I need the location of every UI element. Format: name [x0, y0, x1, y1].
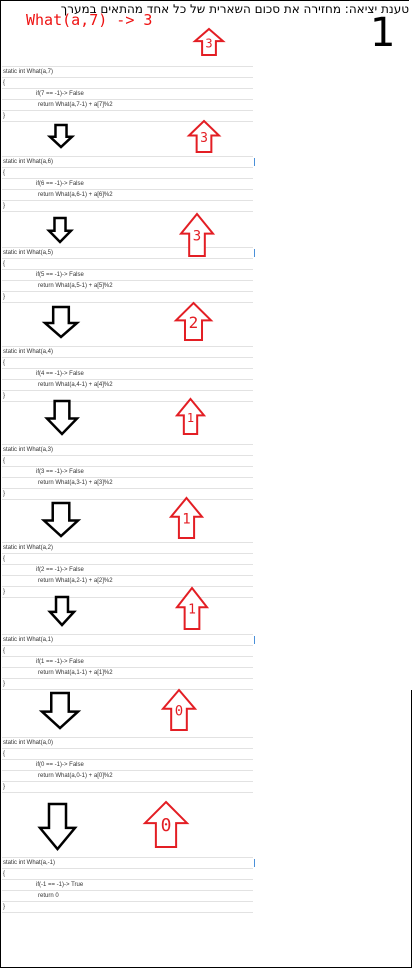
up-arrow: 3 — [192, 27, 226, 56]
code-block: static int What(a,7){if(7 == -1)-> False… — [2, 66, 253, 122]
down-arrow — [38, 691, 82, 730]
code-block: static int What(a,3){if(3 == -1)-> False… — [2, 444, 253, 500]
down-arrow-shape — [40, 501, 82, 538]
open-brace: { — [2, 456, 253, 467]
function-signature: static int What(a,1) — [2, 634, 255, 646]
base-case-condition: if(4 == -1)-> False — [2, 369, 253, 380]
return-value-label: 0 — [161, 815, 172, 836]
open-brace: { — [2, 554, 253, 565]
down-arrow — [44, 399, 80, 436]
return-statement: return What(a,1-1) + a[1]%2 — [2, 668, 253, 679]
close-brace: } — [2, 679, 253, 690]
function-signature: static int What(a,0) — [2, 737, 253, 749]
close-brace: } — [2, 902, 253, 913]
down-arrow-shape — [47, 595, 77, 627]
code-block: static int What(a,-1){if(-1 == -1)-> Tru… — [2, 857, 255, 913]
return-statement: return What(a,3-1) + a[3]%2 — [2, 478, 253, 489]
function-signature: static int What(a,-1) — [2, 857, 255, 869]
return-value-label: 1 — [182, 512, 190, 528]
slide-number: 1 — [370, 10, 396, 56]
base-case-condition: if(3 == -1)-> False — [2, 467, 253, 478]
return-value-label: 3 — [205, 37, 212, 51]
base-case-condition: if(5 == -1)-> False — [2, 270, 253, 281]
up-arrow: 3 — [186, 119, 222, 153]
down-arrow — [37, 802, 78, 851]
close-brace: } — [2, 587, 253, 598]
close-brace: } — [2, 391, 253, 402]
function-signature: static int What(a,6) — [2, 156, 255, 168]
return-statement: return What(a,7-1) + a[7]%2 — [2, 100, 253, 111]
function-signature: static int What(a,5) — [2, 247, 255, 259]
return-value-label: 1 — [188, 603, 196, 618]
function-signature: static int What(a,3) — [2, 444, 253, 456]
code-block: static int What(a,5){if(5 == -1)-> False… — [2, 247, 255, 303]
code-block: static int What(a,4){if(4 == -1)-> False… — [2, 346, 253, 402]
return-statement: return What(a,6-1) + a[6]%2 — [2, 190, 253, 201]
base-case-condition: if(1 == -1)-> False — [2, 657, 253, 668]
down-arrow — [46, 123, 76, 149]
open-brace: { — [2, 869, 253, 880]
close-brace: } — [2, 201, 253, 212]
function-signature: static int What(a,2) — [2, 542, 253, 554]
up-arrow: 0 — [160, 688, 198, 731]
close-brace: } — [2, 489, 253, 500]
up-arrow: 3 — [178, 212, 216, 257]
close-brace: } — [2, 782, 253, 793]
open-brace: { — [2, 78, 253, 89]
down-arrow-shape — [38, 691, 82, 730]
up-arrow: 1 — [168, 496, 205, 539]
text-cursor — [254, 249, 255, 257]
text-cursor — [254, 859, 255, 867]
down-arrow — [40, 501, 82, 538]
return-value-label: 2 — [189, 313, 199, 332]
up-arrow: 0 — [142, 800, 190, 848]
down-arrow — [47, 595, 77, 627]
return-value-label: 1 — [187, 411, 194, 425]
down-arrow-shape — [46, 216, 74, 244]
return-statement: return What(a,0-1) + a[0]%2 — [2, 771, 253, 782]
return-statement: return What(a,4-1) + a[4]%2 — [2, 380, 253, 391]
code-block: static int What(a,2){if(2 == -1)-> False… — [2, 542, 253, 598]
down-arrow — [46, 216, 74, 244]
up-arrow: 1 — [174, 397, 207, 435]
text-cursor — [254, 158, 255, 166]
return-statement: return 0 — [2, 891, 253, 902]
code-block: static int What(a,6){if(6 == -1)-> False… — [2, 156, 255, 212]
base-case-condition: if(2 == -1)-> False — [2, 565, 253, 576]
down-arrow-shape — [44, 399, 80, 436]
code-block: static int What(a,1){if(1 == -1)-> False… — [2, 634, 255, 690]
open-brace: { — [2, 358, 253, 369]
return-statement: return What(a,2-1) + a[2]%2 — [2, 576, 253, 587]
base-case-condition: if(-1 == -1)-> True — [2, 880, 253, 891]
return-statement: return What(a,5-1) + a[5]%2 — [2, 281, 253, 292]
down-arrow-shape — [41, 305, 81, 339]
open-brace: { — [2, 259, 253, 270]
base-case-condition: if(0 == -1)-> False — [2, 760, 253, 771]
text-cursor — [254, 636, 255, 644]
up-arrow: 2 — [173, 301, 214, 341]
return-value-label: 3 — [193, 229, 201, 245]
base-case-condition: if(6 == -1)-> False — [2, 179, 253, 190]
function-signature: static int What(a,7) — [2, 66, 253, 78]
open-brace: { — [2, 646, 253, 657]
return-value-label: 3 — [200, 131, 208, 146]
base-case-condition: if(7 == -1)-> False — [2, 89, 253, 100]
open-brace: { — [2, 749, 253, 760]
function-signature: static int What(a,4) — [2, 346, 253, 358]
down-arrow-shape — [46, 123, 76, 149]
open-brace: { — [2, 168, 253, 179]
up-arrow: 1 — [174, 586, 210, 630]
down-arrow — [41, 305, 81, 339]
down-arrow-shape — [37, 802, 78, 851]
return-value-label: 0 — [175, 704, 183, 720]
function-call-result: What(a,7) -> 3 — [26, 11, 153, 29]
code-block: static int What(a,0){if(0 == -1)-> False… — [2, 737, 253, 793]
close-brace: } — [2, 292, 253, 303]
